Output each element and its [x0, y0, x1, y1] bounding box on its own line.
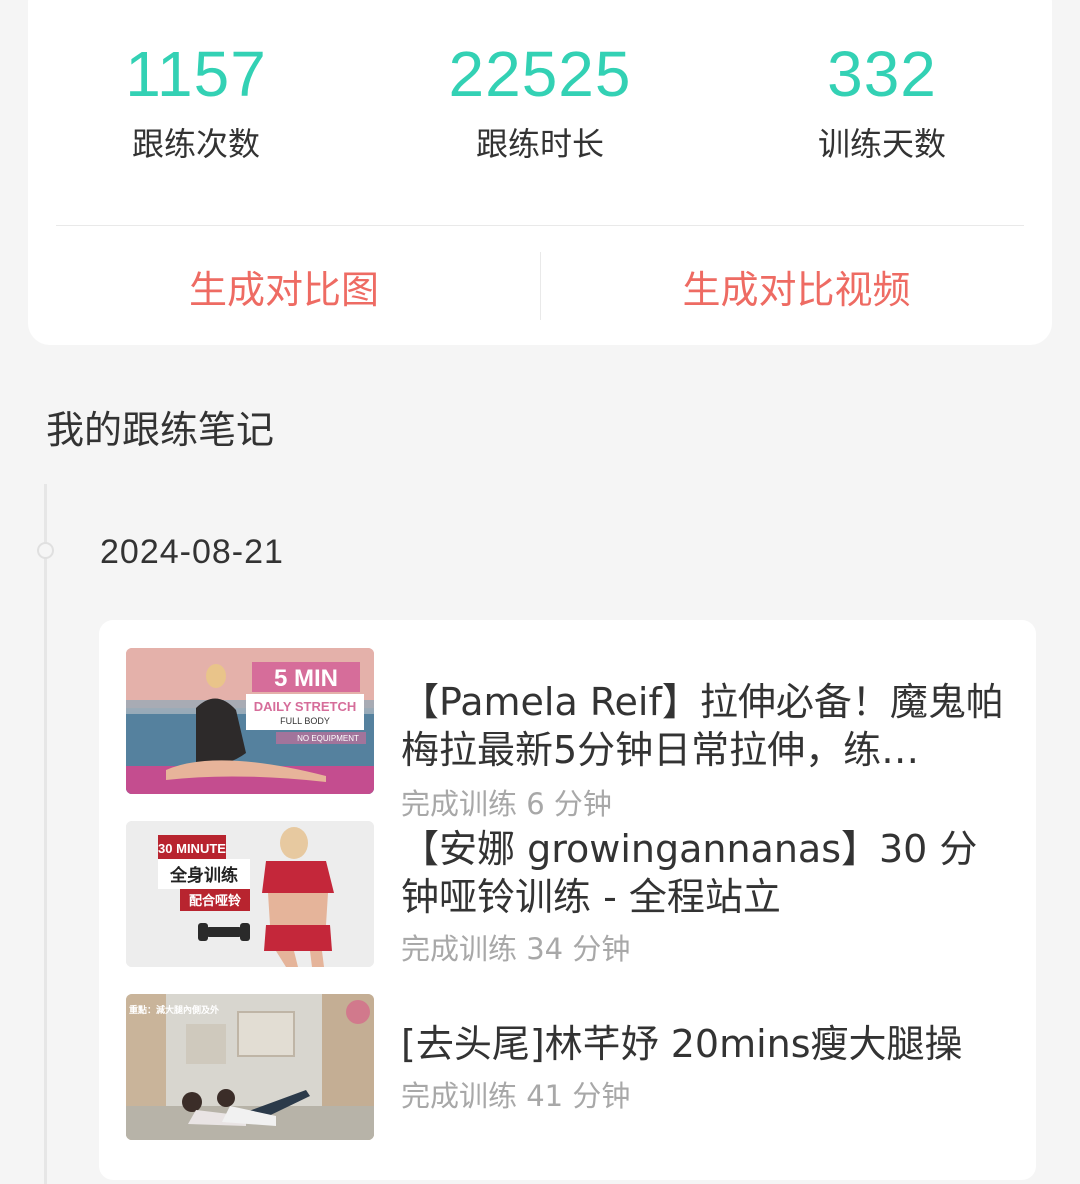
stat-value: 22525: [448, 38, 632, 110]
note-duration: 完成训练 34 分钟: [401, 932, 631, 966]
thumb-line: 配合哑铃: [189, 893, 241, 909]
thumbnail-art: 30 MINUTE 全身训练 配合哑铃: [126, 821, 374, 967]
thumb-line: NO EQUIPMENT: [297, 734, 359, 743]
list-item[interactable]: 重點：減大腿內側及外 [去头尾]林芊妤 20mins瘦大腿操 完成训练 41 分…: [126, 994, 1016, 1144]
thumb-line: FULL BODY: [280, 716, 330, 726]
stat-label: 训练天数: [817, 125, 946, 163]
timeline-date: 2024-08-21: [100, 533, 284, 571]
thumb-line: 重點：減大腿內側及外: [129, 1004, 219, 1016]
generate-compare-video-button[interactable]: 生成对比视频: [541, 260, 1052, 320]
note-title: 【安娜 growingannanas】30 分钟哑铃训练 - 全程站立: [401, 827, 978, 919]
note-duration: 完成训练 6 分钟: [401, 787, 612, 821]
note-title: 【Pamela Reif】拉伸必备！魔鬼帕梅拉最新5分钟日常拉伸，练…: [401, 680, 1004, 772]
stat-value: 332: [827, 38, 937, 110]
stats-card: 1157 跟练次数 22525 跟练时长 332 训练天数 生成对比图 生成对比…: [28, 0, 1052, 345]
generate-compare-image-button[interactable]: 生成对比图: [28, 260, 540, 320]
stat-label: 跟练时长: [475, 125, 604, 163]
notes-card: 5 MIN DAILY STRETCH FULL BODY NO EQUIPME…: [99, 620, 1036, 1180]
divider: [56, 225, 1024, 226]
video-thumbnail[interactable]: 重點：減大腿內側及外: [126, 994, 374, 1140]
thumb-badge: 5 MIN: [274, 665, 338, 692]
video-thumbnail[interactable]: 30 MINUTE 全身训练 配合哑铃: [126, 821, 374, 967]
thumb-badge: 30 MINUTE: [158, 841, 226, 856]
stat-label: 跟练次数: [131, 125, 260, 163]
timeline-dot: [37, 542, 54, 559]
timeline-line: [44, 484, 47, 1184]
thumbnail-art: 重點：減大腿內側及外: [126, 994, 374, 1140]
section-title: 我的跟练笔记: [46, 408, 275, 452]
thumb-line: 全身训练: [169, 865, 238, 886]
note-duration: 完成训练 41 分钟: [401, 1079, 631, 1113]
video-thumbnail[interactable]: 5 MIN DAILY STRETCH FULL BODY NO EQUIPME…: [126, 648, 374, 794]
stat-follow-duration: 22525 跟练时长: [390, 34, 690, 166]
thumbnail-art: 5 MIN DAILY STRETCH FULL BODY NO EQUIPME…: [126, 648, 374, 794]
list-item[interactable]: 5 MIN DAILY STRETCH FULL BODY NO EQUIPME…: [126, 648, 1016, 821]
stat-follow-count: 1157 跟练次数: [46, 34, 346, 166]
stat-training-days: 332 训练天数: [732, 34, 1032, 166]
stat-value: 1157: [125, 38, 267, 110]
note-title: [去头尾]林芊妤 20mins瘦大腿操: [401, 1022, 963, 1066]
thumb-line: DAILY STRETCH: [254, 699, 357, 714]
list-item[interactable]: 30 MINUTE 全身训练 配合哑铃 【安娜 growingannanas】3…: [126, 821, 1016, 971]
